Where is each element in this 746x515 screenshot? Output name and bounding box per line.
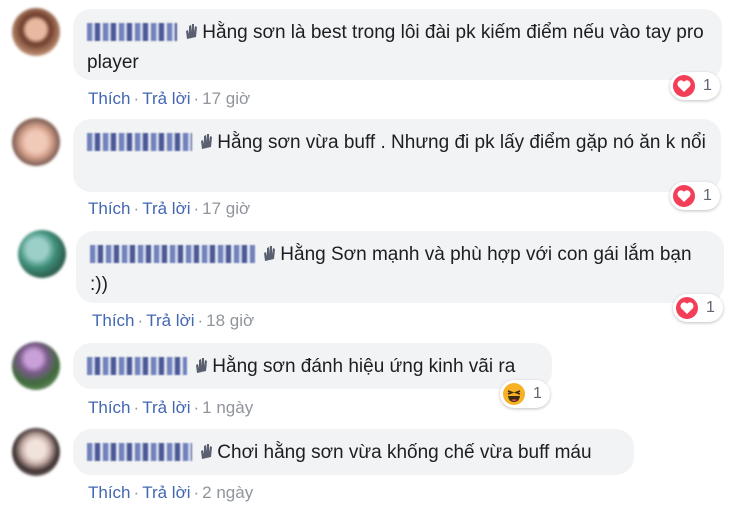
timestamp[interactable]: 17 giờ xyxy=(202,89,250,108)
comment-text: Chơi hằng sơn vừa khống chế vừa buff máu xyxy=(217,442,592,463)
separator: · xyxy=(197,311,204,330)
like-link[interactable]: Thích xyxy=(88,89,131,108)
comment-text: Hằng sơn đánh hiệu ứng kinh vãi ra xyxy=(212,356,516,377)
separator: · xyxy=(133,199,140,218)
avatar[interactable] xyxy=(12,8,60,56)
reply-link[interactable]: Trả lời xyxy=(146,311,194,330)
comment-bubble: Hằng sơn đánh hiệu ứng kinh vãi ra xyxy=(73,343,552,389)
separator: · xyxy=(193,199,200,218)
comment-actions: Thích · Trả lời · 1 ngày xyxy=(88,398,253,418)
separator: · xyxy=(137,311,144,330)
author-name[interactable] xyxy=(87,133,192,151)
reaction-badge[interactable]: 1 xyxy=(670,72,720,100)
reply-link[interactable]: Trả lời xyxy=(142,89,190,108)
comment-actions: Thích · Trả lời · 18 giờ xyxy=(92,311,254,331)
like-link[interactable]: Thích xyxy=(92,311,135,330)
like-link[interactable]: Thích xyxy=(88,398,131,417)
reaction-count: 1 xyxy=(706,299,715,316)
like-link[interactable]: Thích xyxy=(88,199,131,218)
avatar[interactable] xyxy=(12,428,60,476)
author-name[interactable] xyxy=(90,245,255,263)
timestamp[interactable]: 17 giờ xyxy=(202,199,250,218)
comment-actions: Thích · Trả lời · 2 ngày xyxy=(88,483,253,503)
laugh-icon xyxy=(503,383,525,405)
author-name[interactable] xyxy=(87,357,187,375)
separator: · xyxy=(193,89,200,108)
comment-text: Hằng sơn là best trong lôi đài pk kiếm đ… xyxy=(87,22,704,73)
heart-icon xyxy=(673,75,695,97)
reaction-count: 1 xyxy=(703,77,712,94)
comment-actions: Thích · Trả lời · 17 giờ xyxy=(88,89,250,109)
timestamp[interactable]: 2 ngày xyxy=(202,483,253,502)
reaction-badge[interactable]: 1 xyxy=(673,294,723,322)
avatar[interactable] xyxy=(12,342,60,390)
reaction-count: 1 xyxy=(703,187,712,204)
hand-icon xyxy=(199,442,213,469)
separator: · xyxy=(133,89,140,108)
like-link[interactable]: Thích xyxy=(88,483,131,502)
hand-icon xyxy=(262,244,276,271)
heart-icon xyxy=(673,185,695,207)
comment-bubble: Hằng Sơn mạnh và phù hợp với con gái lắm… xyxy=(76,231,724,303)
hand-icon xyxy=(184,22,198,49)
hand-icon xyxy=(194,356,208,383)
separator: · xyxy=(193,483,200,502)
avatar[interactable] xyxy=(12,118,60,166)
reply-link[interactable]: Trả lời xyxy=(142,483,190,502)
comment-bubble: Chơi hằng sơn vừa khống chế vừa buff máu xyxy=(73,429,634,475)
separator: · xyxy=(193,398,200,417)
reply-link[interactable]: Trả lời xyxy=(142,398,190,417)
timestamp[interactable]: 18 giờ xyxy=(206,311,254,330)
comment-bubble: Hằng sơn là best trong lôi đài pk kiếm đ… xyxy=(73,9,722,80)
author-name[interactable] xyxy=(87,23,177,41)
separator: · xyxy=(133,398,140,417)
comment-actions: Thích · Trả lời · 17 giờ xyxy=(88,199,250,219)
avatar[interactable] xyxy=(18,230,66,278)
reply-link[interactable]: Trả lời xyxy=(142,199,190,218)
author-name[interactable] xyxy=(87,443,192,461)
heart-icon xyxy=(676,297,698,319)
hand-icon xyxy=(199,132,213,159)
reaction-badge[interactable]: 1 xyxy=(670,182,720,210)
reaction-count: 1 xyxy=(533,385,542,402)
comment-text: Hằng sơn vừa buff . Nhưng đi pk lấy điểm… xyxy=(217,132,706,153)
reaction-badge[interactable]: 1 xyxy=(500,380,550,408)
comment-bubble: Hằng sơn vừa buff . Nhưng đi pk lấy điểm… xyxy=(73,119,721,192)
timestamp[interactable]: 1 ngày xyxy=(202,398,253,417)
separator: · xyxy=(133,483,140,502)
